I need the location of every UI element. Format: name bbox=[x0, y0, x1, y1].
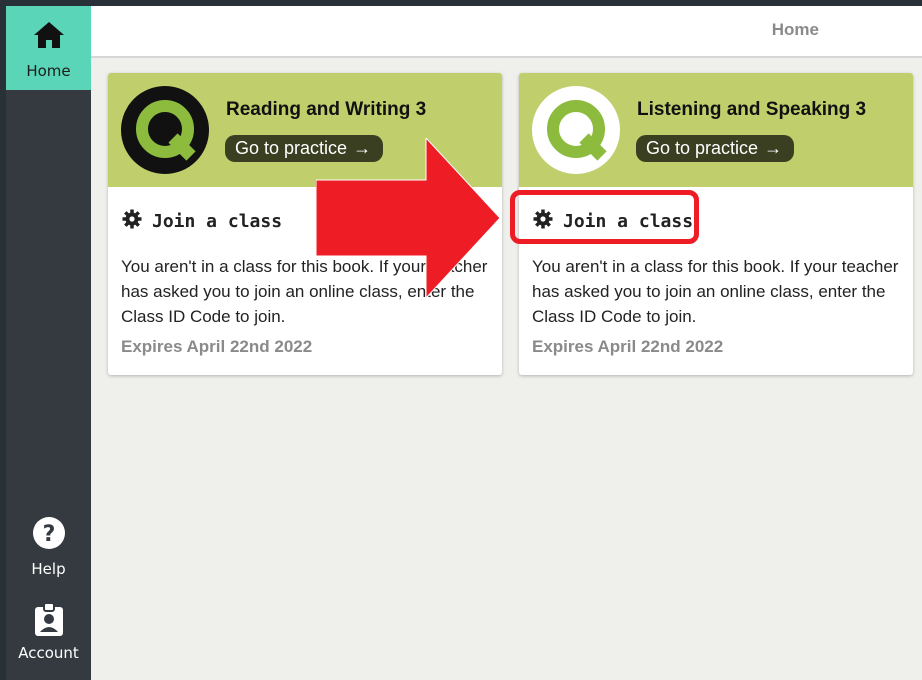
expiry-date: Expires April 22nd 2022 bbox=[532, 337, 724, 356]
red-arrow-annotation bbox=[315, 136, 506, 304]
sidebar-item-account[interactable]: Account bbox=[6, 602, 91, 674]
arrow-right-icon: → bbox=[764, 138, 783, 158]
gear-icon bbox=[122, 209, 142, 234]
account-icon bbox=[6, 602, 91, 642]
breadcrumb: Home bbox=[771, 20, 819, 39]
button-label: Go to practice bbox=[646, 138, 759, 158]
sidebar: Home ? Help Account bbox=[6, 6, 91, 680]
sidebar-item-label: Account bbox=[18, 644, 79, 662]
sidebar-item-home[interactable]: Home bbox=[6, 6, 91, 90]
home-icon bbox=[6, 20, 91, 54]
help-icon: ? bbox=[6, 516, 91, 554]
card-description: You aren't in a class for this book. If … bbox=[532, 257, 899, 326]
sidebar-item-label: Home bbox=[26, 62, 71, 80]
main-content: Home Reading and Writing 3 Go to practic… bbox=[91, 6, 922, 680]
book-logo bbox=[532, 86, 620, 174]
join-class-label: Join a class bbox=[152, 210, 283, 232]
book-title: Listening and Speaking 3 bbox=[637, 99, 867, 120]
go-to-practice-button[interactable]: Go to practice → bbox=[636, 135, 795, 162]
book-title: Reading and Writing 3 bbox=[226, 99, 427, 120]
sidebar-item-label: Help bbox=[31, 560, 66, 578]
book-logo bbox=[121, 86, 209, 174]
top-bar: Home bbox=[91, 6, 922, 58]
sidebar-item-help[interactable]: ? Help bbox=[6, 514, 91, 584]
expiry-date: Expires April 22nd 2022 bbox=[121, 337, 313, 356]
card-header: Listening and Speaking 3 Go to practice → bbox=[519, 73, 913, 187]
svg-text:?: ? bbox=[42, 522, 55, 547]
red-highlight-box bbox=[510, 190, 699, 244]
join-class-button[interactable]: Join a class bbox=[122, 207, 282, 235]
